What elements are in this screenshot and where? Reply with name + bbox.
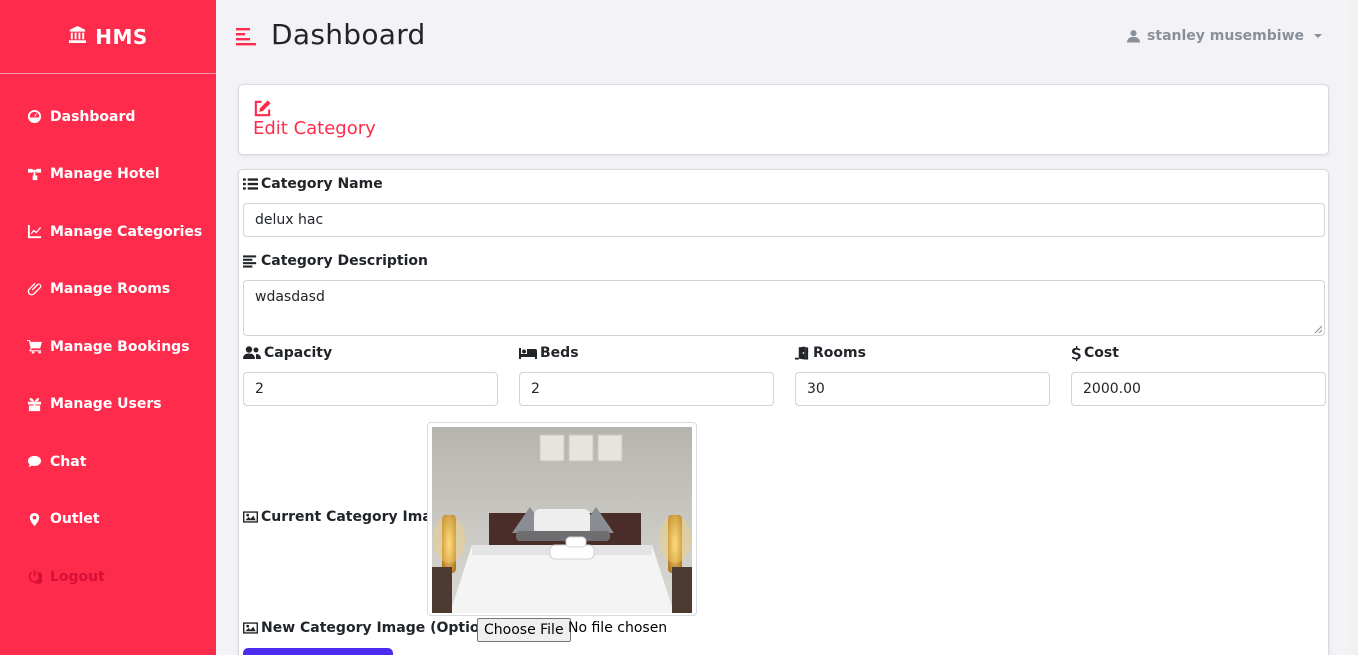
edit-category-form: Category Name delux hac Category Descrip… [238,169,1329,655]
bed-icon [519,348,537,359]
topbar: Dashboard stanley musembiwe [216,0,1350,74]
category-description-label: Category Description [243,253,428,269]
cost-input[interactable]: 2000.00 [1071,372,1326,406]
description-text: wdasdasd [255,289,325,305]
sitemap-icon [27,168,42,180]
resize-grip-icon[interactable] [1314,325,1322,333]
beds-label: Beds [519,345,579,361]
caret-down-icon [1314,34,1322,38]
beds-input[interactable]: 2 [519,372,774,406]
image-icon [243,622,258,634]
submit-button[interactable] [243,648,393,655]
sidebar-item-label: Outlet [50,511,100,528]
map-marker-icon [29,512,40,526]
sidebar-item-label: Logout [50,568,105,585]
sidebar: HMS Dashboard Manage Hotel Manage Catego… [0,0,216,655]
sidebar-item-chat[interactable]: Chat [0,433,216,491]
sidebar-item-label: Manage Users [50,396,162,413]
capacity-input[interactable]: 2 [243,372,498,406]
header-card: Edit Category [238,84,1329,155]
sidebar-item-outlet[interactable]: Outlet [0,491,216,549]
comment-icon [27,456,42,468]
sidebar-item-label: Manage Categories [50,223,203,240]
card-title: Edit Category [253,118,376,139]
sidebar-item-label: Manage Hotel [50,166,160,183]
capacity-label: Capacity [243,345,332,361]
page-scrollbar[interactable] [1350,0,1358,655]
current-category-image [427,422,697,616]
hotel-icon [68,25,87,48]
sidebar-item-manage-bookings[interactable]: Manage Bookings [0,318,216,376]
sidebar-item-dashboard[interactable]: Dashboard [0,88,216,146]
align-left-icon [243,255,257,268]
user-name: stanley musembiwe [1147,28,1304,44]
sidebar-item-manage-categories[interactable]: Manage Categories [0,203,216,261]
sidebar-item-logout[interactable]: Logout [0,548,216,606]
sidebar-item-manage-hotel[interactable]: Manage Hotel [0,146,216,204]
cart-icon [27,340,42,354]
category-name-label: Category Name [243,176,383,192]
edit-icon [253,99,272,118]
current-image-label: Current Category Image [243,509,451,525]
users-icon [243,346,261,359]
power-icon [28,570,42,585]
image-icon [243,511,258,523]
new-image-label: New Category Image (Optional) [243,620,510,636]
gift-icon [27,397,42,411]
category-description-textarea[interactable]: wdasdasd [243,280,1325,336]
sidebar-item-label: Dashboard [50,108,136,125]
chart-line-icon [27,225,42,239]
user-icon [1127,30,1141,43]
brand-name: HMS [95,24,148,49]
dollar-icon [1071,345,1081,361]
bedroom-photo [432,427,692,613]
list-icon [243,178,258,190]
sidebar-item-label: Chat [50,453,87,470]
choose-file-button[interactable]: Choose File [477,618,571,642]
rooms-input[interactable]: 30 [795,372,1050,406]
sidebar-nav: Dashboard Manage Hotel Manage Categories… [0,88,216,606]
paperclip-icon [27,282,42,296]
sidebar-item-manage-users[interactable]: Manage Users [0,376,216,434]
sidebar-item-label: Manage Rooms [50,281,171,298]
tachometer-icon [27,110,42,124]
user-menu[interactable]: stanley musembiwe [1127,28,1322,44]
rooms-label: Rooms [795,345,866,361]
sidebar-item-label: Manage Bookings [50,338,190,355]
menu-toggle-icon[interactable] [236,27,256,47]
file-status: No file chosen [568,620,668,636]
door-open-icon [795,346,809,360]
brand[interactable]: HMS [0,0,216,74]
cost-label: Cost [1071,345,1119,361]
sidebar-item-manage-rooms[interactable]: Manage Rooms [0,261,216,319]
page-title: Dashboard [271,18,426,51]
category-name-input[interactable]: delux hac [243,203,1325,237]
